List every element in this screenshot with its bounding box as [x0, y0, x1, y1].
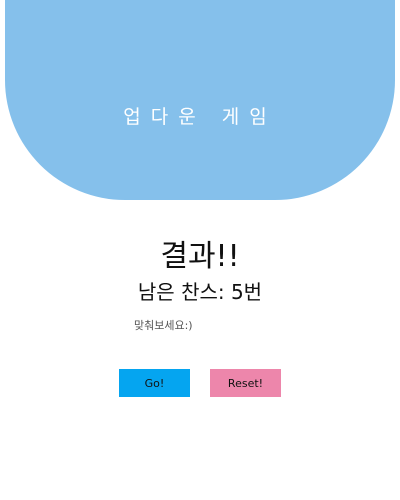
- header-banner: 업다운 게임: [5, 0, 395, 200]
- result-heading: 결과!!: [160, 239, 240, 274]
- remaining-chances: 남은 찬스: 5번: [137, 280, 263, 304]
- game-page: 업다운 게임 결과!! 남은 찬스: 5번 맞춰보세요:) Go! Reset!: [0, 0, 400, 500]
- go-button[interactable]: Go!: [119, 369, 190, 397]
- reset-button[interactable]: Reset!: [210, 369, 281, 397]
- hint-text: 맞춰보세요:): [134, 319, 193, 332]
- game-title: 업다운 게임: [123, 105, 277, 128]
